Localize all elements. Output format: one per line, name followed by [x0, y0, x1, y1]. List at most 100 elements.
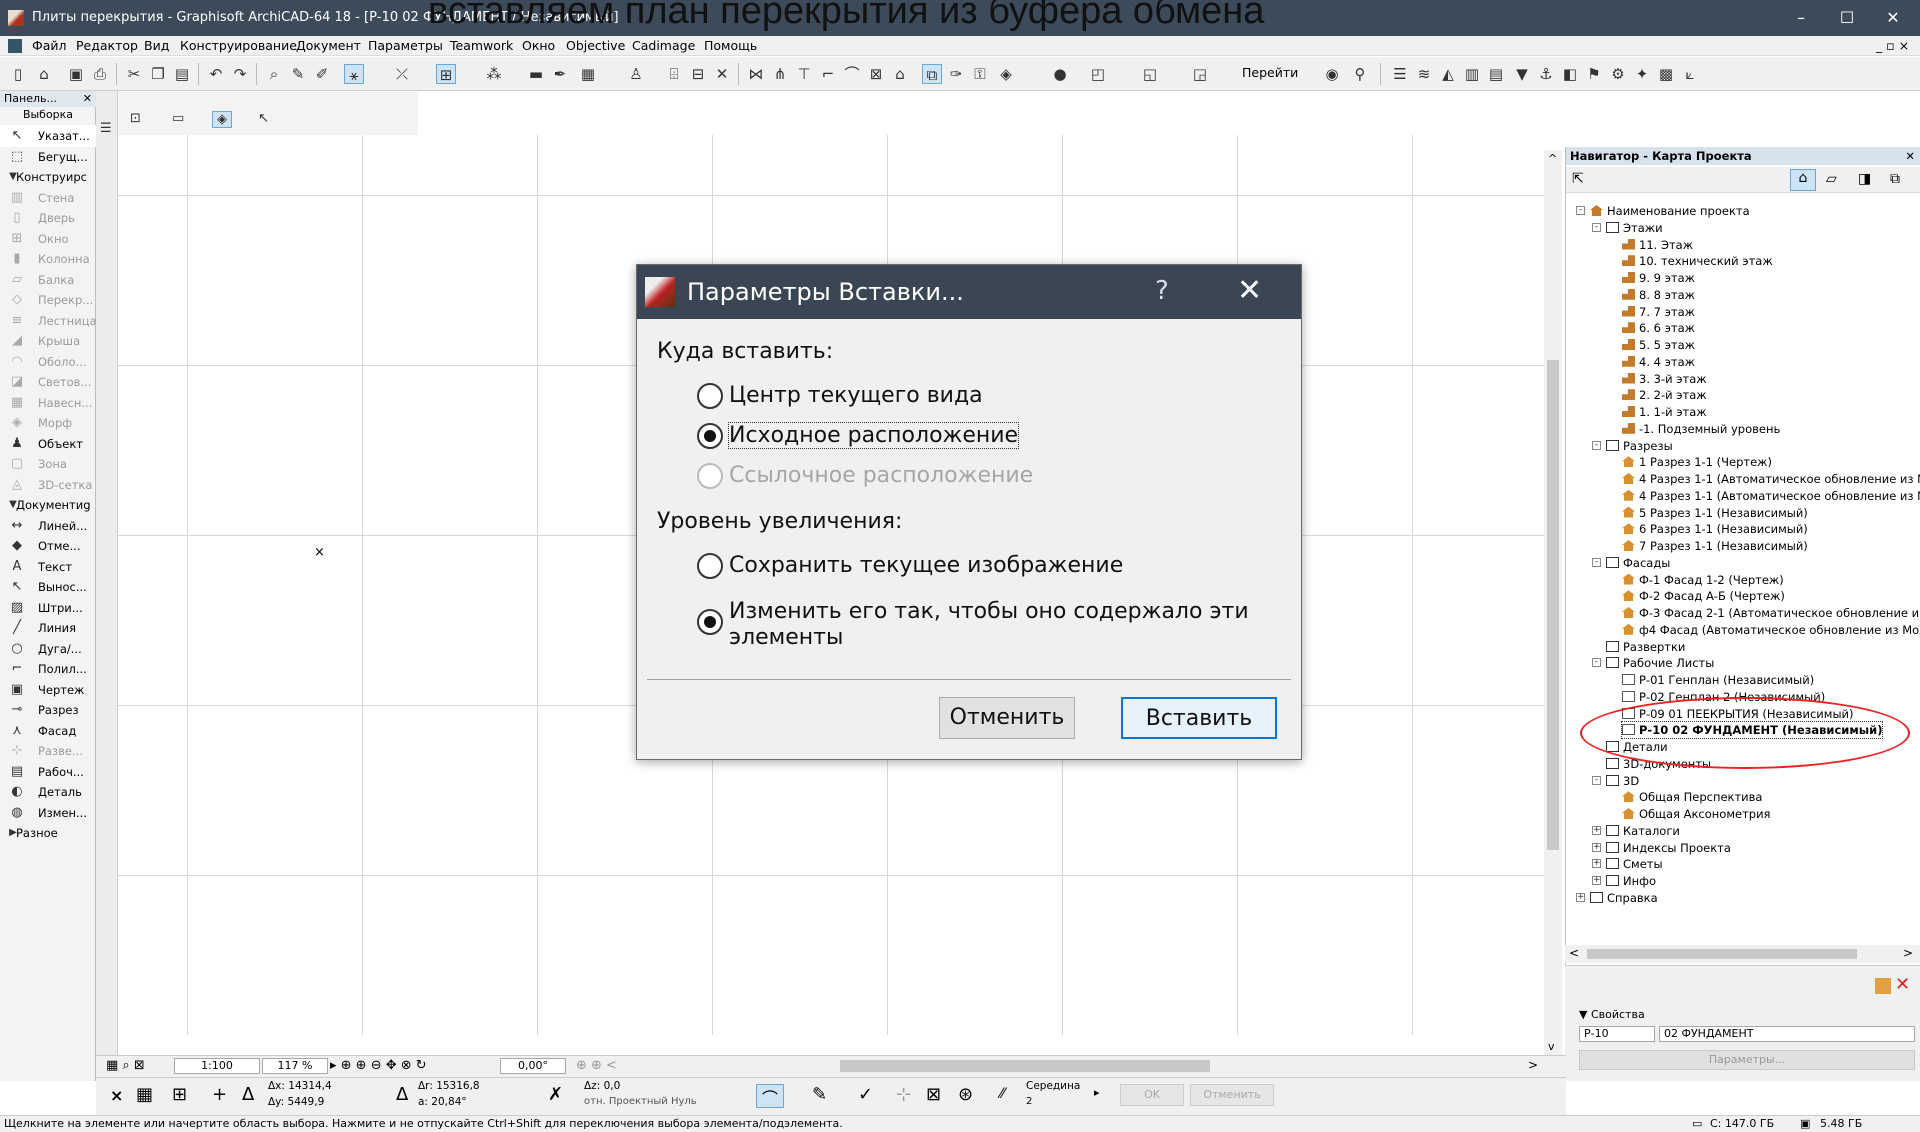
view-settings-button[interactable]: Параметры... — [1579, 1050, 1915, 1070]
attribute-icon-12[interactable]: ⟀ — [1680, 64, 1700, 84]
roof-tool-icon[interactable]: ⌂ — [890, 64, 910, 84]
redo-icon[interactable]: ↷ — [230, 64, 250, 84]
close-window-button[interactable]: ✕ — [1870, 6, 1916, 30]
figure-icon[interactable]: ♙ — [626, 64, 646, 84]
tree-toggle[interactable]: + — [1576, 892, 1585, 902]
tool-slab-8[interactable]: ◇ Перекр... — [0, 289, 96, 311]
elevation-view-icon[interactable]: ◲ — [1190, 64, 1210, 84]
zoom-field[interactable]: 117 % — [262, 1058, 328, 1074]
tree-item[interactable]: Общая Перспектива — [1622, 789, 1762, 805]
zone-stamp-icon[interactable]: ⌹ — [664, 64, 684, 84]
tool-group-18[interactable]: ▼ Документиg — [0, 494, 96, 516]
maximize-button[interactable]: ☐ — [1824, 6, 1870, 30]
tool-door-4[interactable]: ▯ Дверь — [0, 207, 96, 229]
tool-change-33[interactable]: ◍ Измен... — [0, 802, 96, 824]
toolbox-close-button[interactable]: ✕ — [83, 91, 92, 107]
tree-item[interactable]: 4. 4 этаж — [1622, 354, 1695, 370]
scroll-left-icon[interactable]: < — [1569, 946, 1579, 960]
close-tracker-icon[interactable]: × — [110, 1086, 123, 1105]
tree-item[interactable]: 4 Разрез 1-1 (Автоматическое обновление … — [1622, 471, 1920, 487]
attribute-icon-1[interactable]: ☰ — [1390, 64, 1410, 84]
tree-item[interactable]: Общая Аксонометрия — [1622, 806, 1770, 822]
canvas-scroll-right-icon[interactable]: > — [1528, 1058, 1538, 1072]
tool-object-15[interactable]: ♟ Объект — [0, 433, 96, 455]
tool-group-collapsed-34[interactable]: ▶ Разное — [0, 822, 96, 844]
nav-scroll-thumb[interactable] — [1587, 949, 1857, 959]
attribute-icon-11[interactable]: ▩ — [1656, 64, 1676, 84]
attribute-icon-7[interactable]: ◧ — [1560, 64, 1580, 84]
zoom-navigation-icons[interactable]: ▸ ⊕ ⊕ ⊖ ✥ ⊗ ↻ — [330, 1058, 427, 1073]
delete-view-icon[interactable]: ✕ — [1895, 974, 1910, 995]
scroll-down-icon[interactable]: v — [1548, 1040, 1555, 1053]
tree-item[interactable]: Инфо — [1606, 873, 1656, 889]
tool-roof-10[interactable]: ◢ Крыша — [0, 330, 96, 352]
snap-area-icon[interactable]: ⊠ — [926, 1084, 941, 1105]
help-button[interactable]: ? — [1155, 276, 1169, 306]
guide-line-icon[interactable]: ⤫ — [392, 64, 412, 84]
plan-view-icon[interactable]: ◰ — [1088, 64, 1108, 84]
tree-toggle[interactable]: - — [1592, 658, 1601, 668]
tree-item[interactable]: 5. 5 этаж — [1622, 337, 1695, 353]
option-keep-current-view-label[interactable]: Сохранить текущее изображение — [729, 553, 1123, 578]
tree-item[interactable]: -1. Подземный уровень — [1622, 421, 1780, 437]
vertical-scrollbar[interactable]: ^ v — [1544, 150, 1562, 1055]
polar-delta-icon[interactable]: Δ — [396, 1084, 408, 1105]
tree-item[interactable]: 11. Этаж — [1622, 237, 1693, 253]
tree-item[interactable]: Ф-3 Фасад 2-1 (Автоматическое обновление… — [1622, 605, 1920, 621]
tool-pointer-0[interactable]: ↖ Указат... — [0, 125, 96, 147]
menu-help[interactable]: Помощь — [704, 38, 757, 53]
tree-item[interactable]: 3. 3-й этаж — [1622, 371, 1707, 387]
tree-item[interactable]: ф4 Фасад (Автоматическое обновление из М… — [1622, 622, 1920, 638]
option-original-location-label[interactable]: Исходное расположение — [727, 422, 1020, 449]
menu-window[interactable]: Окно — [522, 38, 555, 53]
new-folder-icon[interactable] — [1875, 978, 1891, 994]
menu-view[interactable]: Вид — [144, 38, 169, 53]
view-name-field[interactable]: 02 ФУНДАМЕНТ — [1659, 1026, 1915, 1042]
z-coordinate-icon[interactable]: ✗ — [548, 1084, 563, 1105]
tool-window-5[interactable]: ⊞ Окно — [0, 228, 96, 250]
origin-icon[interactable]: + — [212, 1084, 227, 1105]
walk-icon[interactable]: ⚲ — [1350, 64, 1370, 84]
lock-icon[interactable]: ⚿ — [970, 64, 990, 84]
tool-arc-25[interactable]: ○ Дуга/... — [0, 638, 96, 660]
tree-item[interactable]: 3D — [1606, 773, 1639, 789]
menu-options[interactable]: Параметры — [368, 38, 443, 53]
tool-zone-16[interactable]: ▢ Зона — [0, 453, 96, 475]
tree-item[interactable]: 6. 6 этаж — [1622, 320, 1695, 336]
properties-toggle[interactable]: ▼ Свойства — [1579, 1008, 1645, 1021]
cancel-button[interactable]: Отменить — [939, 697, 1075, 739]
coord-cancel-button[interactable]: Отменить — [1190, 1084, 1274, 1106]
info-box-handle-icon[interactable]: ☰ — [100, 121, 112, 136]
tree-item[interactable]: 1. 1-й этаж — [1622, 404, 1707, 420]
menu-document[interactable]: Документ — [296, 38, 361, 53]
tree-item[interactable]: Каталоги — [1606, 823, 1680, 839]
tree-item[interactable]: Ф-2 Фасад А-Б (Чертеж) — [1622, 588, 1785, 604]
tree-item[interactable]: 5 Разрез 1-1 (Независимый) — [1622, 505, 1808, 521]
marquee-shape-icon[interactable]: ▭ — [172, 111, 184, 126]
tree-item[interactable]: Р-01 Генплан (Независимый) — [1622, 672, 1814, 688]
tree-toggle[interactable]: - — [1576, 206, 1585, 215]
project-map-icon[interactable]: ⌂ — [1790, 169, 1816, 191]
tool-level-dimension-20[interactable]: ◆ Отме... — [0, 535, 96, 557]
pen-icon[interactable]: ✎ — [812, 1084, 827, 1105]
navigator-close-button[interactable]: ✕ — [1905, 147, 1915, 165]
scroll-up-icon[interactable]: ^ — [1548, 152, 1557, 165]
inject-icon[interactable]: ✐ — [312, 64, 332, 84]
attribute-icon-4[interactable]: ▥ — [1462, 64, 1482, 84]
paste-button[interactable]: Вставить — [1121, 697, 1277, 739]
explode-icon[interactable]: ⊠ — [866, 64, 886, 84]
attribute-icon-3[interactable]: ◭ — [1438, 64, 1458, 84]
zoom-history-icons[interactable]: ⊕ ⊕ < — [576, 1058, 617, 1073]
intersect-icon[interactable]: ⌐ — [818, 64, 838, 84]
option-zoom-to-elements-label[interactable]: Изменить его так, чтобы оно содержало эт… — [729, 599, 1249, 624]
view-id-field[interactable]: Р-10 — [1579, 1026, 1655, 1042]
layer-icon[interactable]: ▦ — [578, 64, 598, 84]
arrow-selection-icon[interactable]: ↖ — [258, 111, 269, 126]
magnet-icon[interactable]: ⊛ — [958, 1084, 973, 1105]
tree-toggle[interactable]: - — [1592, 222, 1601, 232]
tree-toggle[interactable]: - — [1592, 557, 1601, 567]
section-view-icon[interactable]: ◱ — [1140, 64, 1160, 84]
tree-item[interactable]: 8. 8 этаж — [1622, 287, 1695, 303]
tree-item[interactable]: Рабочие Листы — [1606, 655, 1714, 671]
adjust-icon[interactable]: ⊤ — [794, 64, 814, 84]
